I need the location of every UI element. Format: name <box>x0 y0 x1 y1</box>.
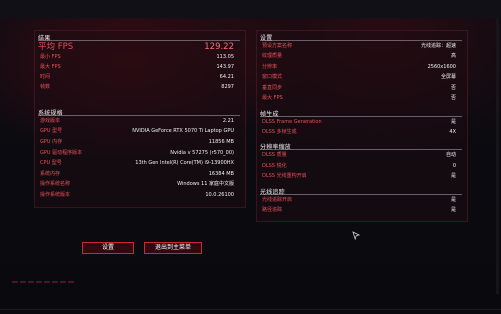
frames-label: 帧数 <box>40 84 51 90</box>
cpu-model-label: CPU 型号 <box>40 160 62 166</box>
framegen-divider <box>260 116 462 117</box>
avg-fps-row: 平均 FPS 129.22 <box>38 42 234 52</box>
resolution-value: 2560x1600 <box>427 64 456 70</box>
bottom-divider <box>0 309 501 310</box>
settings-button[interactable]: 设置 <box>82 242 134 254</box>
exit-to-main-menu-button[interactable]: 退出到主菜单 <box>144 242 202 254</box>
sysinfo-divider <box>38 115 240 116</box>
raytracing-on-label: 光线追踪开启 <box>262 197 293 203</box>
os-version-value: 10.0.26100 <box>205 192 234 198</box>
dlss-sharpness-label: DLSS 锐化 <box>262 163 287 169</box>
vsync-value: 否 <box>450 85 456 91</box>
dlss-framegen-label: DLSS Frame Generation <box>262 119 322 125</box>
texture-quality-label: 纹理质量 <box>262 53 283 59</box>
raytracing-on-value: 是 <box>450 197 456 203</box>
min-fps-label: 最小 FPS <box>40 54 61 60</box>
resolution-label: 分辨率 <box>262 64 278 70</box>
path-tracing-value: 是 <box>450 207 456 213</box>
max-fps-setting-value: 否 <box>450 95 456 101</box>
avg-fps-label: 平均 FPS <box>38 42 74 52</box>
max-fps-label: 最大 FPS <box>40 64 61 70</box>
window-mode-label: 窗口模式 <box>262 74 283 80</box>
dlss-quality-label: DLSS 质量 <box>262 152 287 158</box>
min-fps-value: 113.05 <box>216 54 235 60</box>
settings-divider <box>260 40 462 41</box>
dlss-ray-reconstruction-label: DLSS 光线重构开启 <box>262 173 307 179</box>
time-value: 64.21 <box>219 74 234 80</box>
avg-fps-value: 129.22 <box>204 42 234 52</box>
dlss-framegen-value: 是 <box>450 119 456 125</box>
time-label: 时间 <box>40 74 51 80</box>
vsync-label: 垂直同步 <box>262 85 283 91</box>
dlss-ray-reconstruction-value: 是 <box>450 173 456 179</box>
dlss-multiframe-label: DLSS 多帧生成 <box>262 129 297 135</box>
texture-quality-value: 高 <box>450 53 456 59</box>
gpu-model-label: GPU 型号 <box>40 128 63 134</box>
max-fps-setting-label: 最大 FPS <box>262 95 283 101</box>
mouse-cursor-icon <box>352 231 360 240</box>
dlss-quality-value: 自动 <box>445 152 456 158</box>
window-mode-value: 全屏幕 <box>440 74 456 80</box>
top-bar <box>0 0 501 18</box>
cpu-model-value: 13th Gen Intel(R) Core(TM) i9-13900HX <box>135 160 234 166</box>
os-version-label: 操作系统版本 <box>40 192 71 198</box>
frames-value: 8297 <box>221 84 234 90</box>
gpu-driver-label: GPU 驱动程序版本 <box>40 150 83 156</box>
gpu-driver-value: Nvidia v 57275 (r570_00) <box>170 150 234 156</box>
preset-label: 预设方案名称 <box>262 43 293 49</box>
os-name-label: 操作系统名称 <box>40 181 71 187</box>
gpu-memory-label: GPU 内存 <box>40 139 63 145</box>
system-memory-label: 系统内存 <box>40 171 61 177</box>
results-divider <box>38 40 240 41</box>
scrollbar-track[interactable] <box>496 18 499 294</box>
system-memory-value: 16384 MB <box>208 171 234 177</box>
game-version-value: 2.21 <box>222 118 234 124</box>
decorative-strip <box>12 268 92 283</box>
upscale-divider <box>260 149 462 150</box>
raytracing-divider <box>260 194 462 195</box>
preset-value: 光线追踪：超速 <box>420 43 456 49</box>
gpu-model-value: NVIDIA GeForce RTX 5070 Ti Laptop GPU <box>132 128 234 134</box>
gpu-memory-value: 11856 MB <box>208 139 234 145</box>
os-name-value: Windows 11 家庭中文版 <box>177 181 234 187</box>
dlss-sharpness-value: 0 <box>452 163 456 169</box>
max-fps-value: 143.97 <box>216 64 235 70</box>
path-tracing-label: 路径追踪 <box>262 207 283 213</box>
game-version-label: 游戏版本 <box>40 118 61 124</box>
dlss-multiframe-value: 4X <box>449 129 456 135</box>
